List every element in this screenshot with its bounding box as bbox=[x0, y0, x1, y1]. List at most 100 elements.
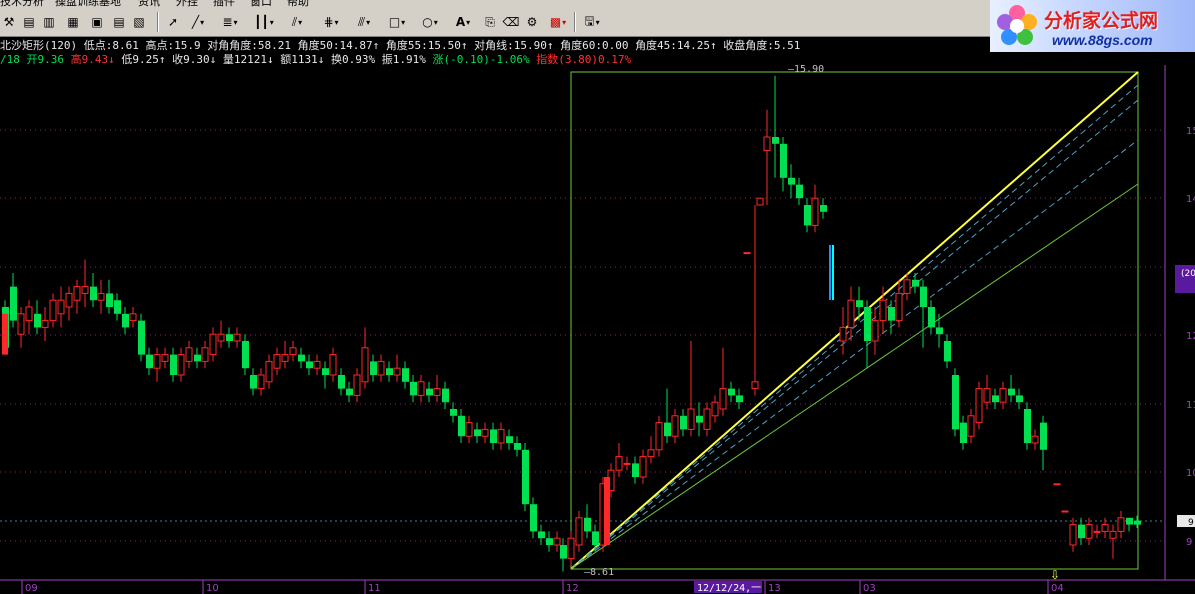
candle-body bbox=[209, 333, 217, 356]
candle-body bbox=[1117, 517, 1125, 532]
list-icon[interactable]: ▤ bbox=[20, 13, 38, 31]
candle-body bbox=[1109, 530, 1117, 539]
candle-body bbox=[920, 286, 927, 307]
candle-body bbox=[1040, 422, 1047, 450]
calendar-icon[interactable]: ▣ bbox=[88, 13, 106, 31]
candle-body bbox=[960, 422, 967, 443]
flower-icon bbox=[997, 5, 1037, 45]
indicator-info-line: 北沙矩形(120) 低点:8.61 高点:15.9 对角角度:58.21 角度5… bbox=[0, 37, 800, 52]
candle-body bbox=[81, 286, 89, 294]
chart-icon[interactable]: ▧ bbox=[130, 13, 148, 31]
candle-body bbox=[615, 456, 623, 471]
candle-body bbox=[306, 361, 313, 369]
candle-body bbox=[194, 354, 201, 362]
candle-body bbox=[696, 415, 703, 423]
table-icon[interactable]: ▤ bbox=[110, 13, 128, 31]
candle-body bbox=[1069, 524, 1077, 546]
candle-body bbox=[257, 374, 265, 390]
candle-body bbox=[772, 137, 779, 144]
columns-icon[interactable]: ▥ bbox=[40, 13, 58, 31]
copy-icon[interactable]: ⎘ bbox=[481, 13, 499, 31]
angle50-line bbox=[570, 139, 1139, 570]
candle-body bbox=[992, 395, 999, 403]
candle-body bbox=[25, 306, 33, 322]
candle-body bbox=[386, 368, 393, 375]
candle-body bbox=[114, 300, 121, 314]
candle-body bbox=[170, 354, 177, 375]
x-tick-label: 10 bbox=[206, 583, 219, 594]
tool-icon[interactable]: ⚒ bbox=[0, 13, 18, 31]
candle-body bbox=[632, 463, 639, 477]
candle-body bbox=[153, 354, 161, 369]
y-tick-label: 15 bbox=[1186, 126, 1195, 137]
candle-body bbox=[490, 429, 497, 443]
candle-body bbox=[839, 326, 847, 342]
text-align-icon[interactable]: ≣ bbox=[216, 13, 244, 31]
vertical-lines-icon[interactable]: ┃┃ bbox=[250, 13, 278, 31]
candle-body bbox=[711, 401, 719, 417]
candle-body bbox=[983, 388, 991, 403]
menu-item-tech[interactable]: 技术分析 bbox=[0, 0, 44, 8]
menu-item-news[interactable]: 资讯 bbox=[138, 0, 160, 8]
candle-body bbox=[928, 307, 935, 328]
text-tool-icon[interactable]: A bbox=[449, 13, 477, 31]
candle-body bbox=[1085, 524, 1093, 539]
candle-body bbox=[185, 347, 193, 362]
line-icon[interactable]: ╱ bbox=[184, 13, 212, 31]
candle-body bbox=[442, 388, 449, 403]
rectangle-icon[interactable]: □ bbox=[383, 13, 411, 31]
save-icon[interactable]: 🖫 bbox=[578, 13, 606, 31]
cursor-icon[interactable]: ➚ bbox=[164, 13, 182, 31]
kline-chart[interactable]: —15.90 —8.61 15141211109 (20 9 091011121… bbox=[0, 65, 1195, 594]
candle-body bbox=[90, 286, 97, 301]
candle-body bbox=[751, 381, 759, 390]
candle-body bbox=[10, 286, 17, 321]
candle-body bbox=[161, 354, 169, 362]
fan-lines-icon[interactable]: ⫽ bbox=[283, 13, 311, 31]
candle-body bbox=[393, 367, 401, 376]
site-logo[interactable]: 分析家公式网 www.88gs.com bbox=[990, 0, 1195, 52]
candle-body bbox=[864, 307, 871, 341]
candle-body bbox=[1134, 520, 1141, 525]
candle-body bbox=[322, 368, 329, 375]
candle-body bbox=[623, 462, 631, 465]
candle-body bbox=[719, 388, 727, 410]
parallel-lines-icon[interactable]: ⫻ bbox=[350, 13, 378, 31]
settings-icon[interactable]: ⚙ bbox=[523, 13, 541, 31]
candle-body bbox=[1101, 524, 1109, 532]
candle-body bbox=[763, 136, 771, 152]
menu-item-help[interactable]: 帮助 bbox=[287, 0, 309, 8]
ellipse-icon[interactable]: ○ bbox=[416, 13, 444, 31]
logo-url: www.88gs.com bbox=[1052, 32, 1153, 48]
candle-body bbox=[129, 313, 137, 322]
candle-body bbox=[506, 436, 513, 443]
eraser-icon[interactable]: ⌫ bbox=[502, 13, 520, 31]
candle-body bbox=[57, 299, 65, 315]
candle-body bbox=[273, 354, 281, 369]
menu-item-window[interactable]: 窗口 bbox=[250, 0, 272, 8]
candle-body bbox=[410, 381, 417, 396]
candle-body bbox=[903, 279, 911, 294]
price-grid bbox=[0, 129, 1165, 542]
candle-body bbox=[97, 292, 105, 301]
menu-item-plugin[interactable]: 插件 bbox=[213, 0, 235, 8]
channel-icon[interactable]: ⋕ bbox=[317, 13, 345, 31]
candle-body bbox=[856, 300, 863, 307]
candle-body bbox=[788, 177, 795, 185]
grid-icon[interactable]: ▦ bbox=[64, 13, 82, 31]
candle-body bbox=[639, 456, 647, 478]
candle-body bbox=[514, 443, 521, 450]
low-mark-label: —8.61 bbox=[584, 567, 614, 578]
candle-body bbox=[265, 360, 273, 383]
candle-body bbox=[458, 415, 465, 437]
color-grid-icon[interactable]: ▩ bbox=[544, 13, 572, 31]
candle-body bbox=[647, 449, 655, 458]
axis-box-label: (20 bbox=[1181, 269, 1195, 279]
candle-body bbox=[944, 341, 951, 362]
candle-body bbox=[592, 531, 599, 545]
menu-item-plugin-ext[interactable]: 外挂 bbox=[176, 0, 198, 8]
candle-body bbox=[728, 388, 735, 396]
candle-body bbox=[370, 361, 377, 375]
candle-body bbox=[912, 279, 919, 287]
menu-item-training[interactable]: 操盘训练基地 bbox=[55, 0, 121, 8]
